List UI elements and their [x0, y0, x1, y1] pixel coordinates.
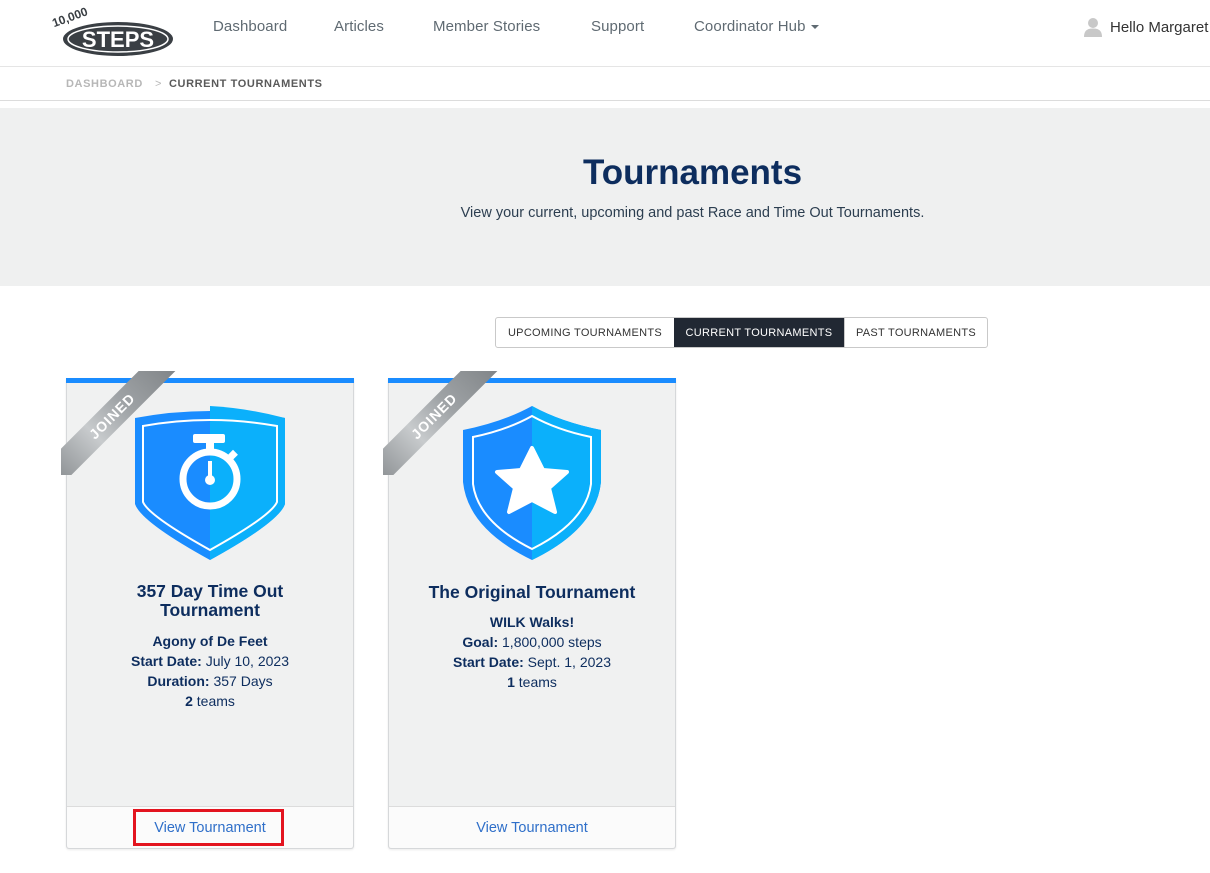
duration-value: 357 Days [209, 673, 273, 689]
start-date-value: July 10, 2023 [201, 653, 289, 669]
stopwatch-shield-icon [135, 406, 285, 560]
view-tournament-link[interactable]: View Tournament [143, 815, 277, 841]
tournament-card: JOINED The Original Tournament WILK Walk… [383, 371, 676, 849]
star-shield-icon [463, 406, 601, 560]
goal-label: Goal: [462, 634, 499, 650]
team-name: Agony of De Feet [152, 633, 268, 649]
tab-upcoming-tournaments[interactable]: UPCOMING TOURNAMENTS [496, 318, 674, 347]
nav-support[interactable]: Support [591, 18, 644, 35]
site-header: STEPS 10,000 Dashboard Articles Member S… [0, 0, 1210, 67]
card-footer: View Tournament [67, 806, 353, 848]
breadcrumb-current: CURRENT TOURNAMENTS [169, 78, 323, 90]
breadcrumb: DASHBOARD > CURRENT TOURNAMENTS [0, 68, 1210, 101]
caret-down-icon [810, 25, 819, 30]
tournament-card: JOINED 357 Day Time Out Tournament Agony… [61, 371, 354, 849]
teams-suffix: teams [514, 674, 557, 690]
goal-value: 1,800,000 steps [498, 634, 602, 650]
teams-suffix: teams [192, 693, 235, 709]
start-date-label: Start Date: [131, 653, 202, 669]
tournament-title: The Original Tournament [428, 582, 636, 602]
tournament-title: 357 Day Time Out Tournament [136, 581, 284, 620]
user-menu[interactable]: Hello Margaret [1083, 17, 1208, 37]
tab-current-tournaments[interactable]: CURRENT TOURNAMENTS [674, 318, 844, 347]
view-tournament-link[interactable]: View Tournament [465, 815, 599, 841]
page-title: Tournaments [582, 153, 803, 192]
breadcrumb-dashboard[interactable]: DASHBOARD [66, 78, 143, 90]
team-name: WILK Walks! [489, 614, 575, 630]
tournament-details: WILK Walks! Goal: 1,800,000 steps Start … [389, 612, 675, 692]
teams-count: 1 [507, 674, 515, 690]
nav-articles[interactable]: Articles [334, 18, 384, 35]
page-hero: Tournaments View your current, upcoming … [0, 108, 1210, 286]
card-footer: View Tournament [389, 806, 675, 848]
nav-member-stories[interactable]: Member Stories [433, 18, 540, 35]
teams-count: 2 [185, 693, 193, 709]
user-greeting: Hello Margaret [1110, 18, 1209, 36]
logo-main-text: STEPS [82, 27, 154, 52]
tournament-tabs: UPCOMING TOURNAMENTS CURRENT TOURNAMENTS… [495, 317, 988, 348]
nav-coordinator-hub[interactable]: Coordinator Hub [694, 18, 819, 35]
nav-coordinator-hub-label: Coordinator Hub [694, 18, 806, 35]
tab-past-tournaments[interactable]: PAST TOURNAMENTS [844, 318, 987, 347]
logo-10000-steps[interactable]: STEPS 10,000 [48, 5, 176, 59]
duration-label: Duration: [147, 673, 210, 689]
user-icon [1084, 18, 1102, 37]
breadcrumb-separator: > [155, 78, 163, 90]
start-date-label: Start Date: [453, 654, 524, 670]
tournament-details: Agony of De Feet Start Date: July 10, 20… [67, 631, 353, 711]
page-subtitle: View your current, upcoming and past Rac… [460, 205, 925, 221]
nav-dashboard[interactable]: Dashboard [213, 18, 287, 35]
start-date-value: Sept. 1, 2023 [523, 654, 611, 670]
